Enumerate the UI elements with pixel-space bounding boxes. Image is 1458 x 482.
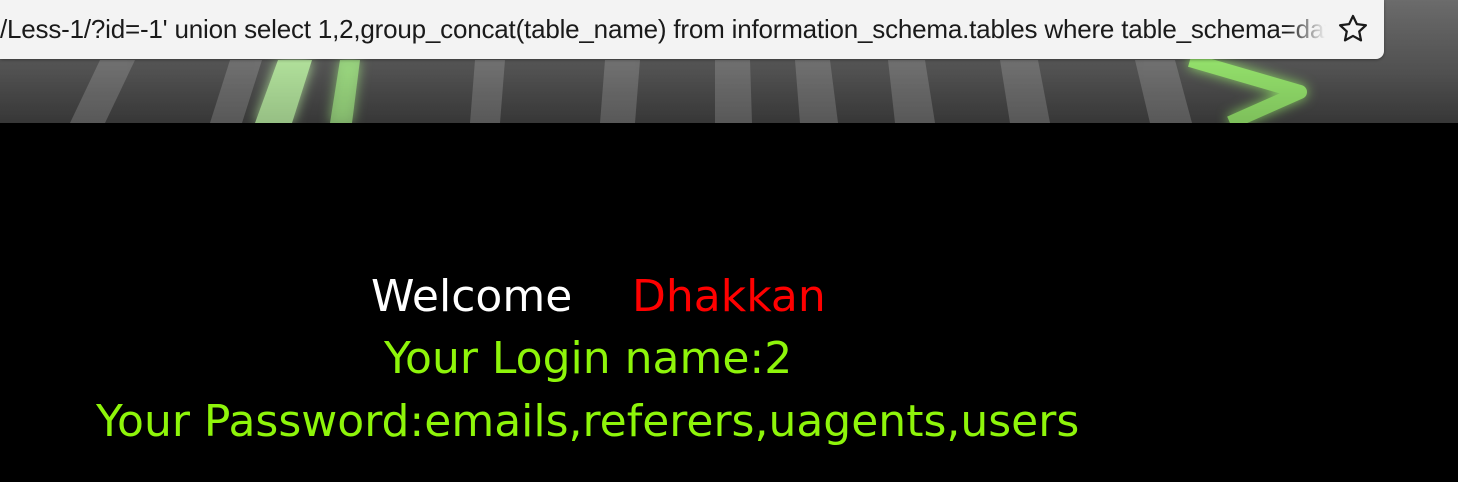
login-name-line: Your Login name:2	[384, 333, 793, 384]
password-line: Your Password:emails,referers,uagents,us…	[96, 396, 1080, 447]
address-bar[interactable]: /Less-1/?id=-1' union select 1,2,group_c…	[0, 0, 1384, 59]
url-text[interactable]: /Less-1/?id=-1' union select 1,2,group_c…	[0, 12, 1326, 46]
star-outline-icon[interactable]	[1336, 12, 1370, 46]
url-fade	[1286, 0, 1326, 59]
welcome-name: Dhakkan	[632, 271, 826, 322]
page: /Less-1/?id=-1' union select 1,2,group_c…	[0, 0, 1458, 482]
welcome-label: Welcome	[371, 271, 573, 322]
